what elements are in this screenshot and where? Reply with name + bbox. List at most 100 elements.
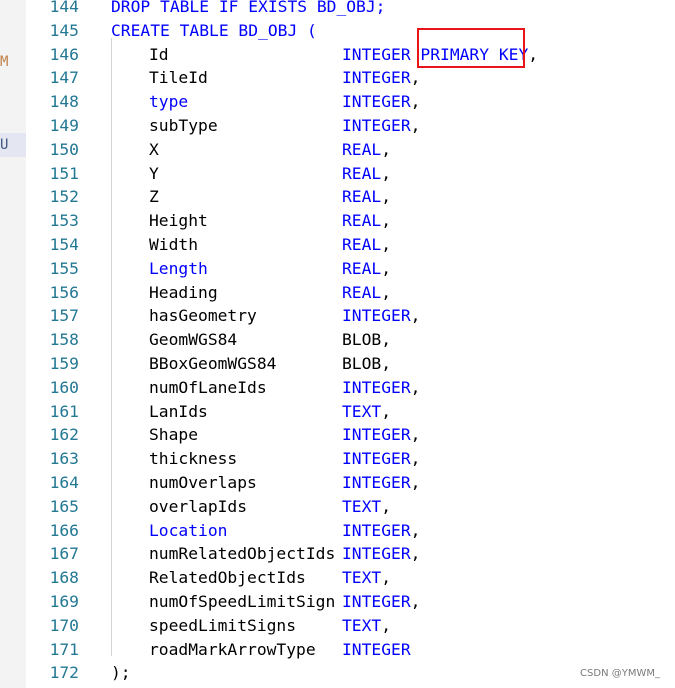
column-type: TEXT xyxy=(342,496,382,516)
column-name: Y xyxy=(149,163,159,183)
column-name: thickness xyxy=(149,449,238,469)
column-type: INTEGER xyxy=(342,592,411,611)
column-type: INTEGER xyxy=(342,306,411,326)
line-number: 166 xyxy=(49,520,79,540)
column-name: numOverlaps xyxy=(149,473,257,492)
column-type: BLOB xyxy=(342,354,382,373)
column-name: Location xyxy=(149,520,228,540)
column-type: INTEGER xyxy=(342,449,411,469)
comma: , xyxy=(381,282,392,302)
comma: , xyxy=(410,306,421,326)
code-text: CREATE TABLE BD_OBJ ( xyxy=(111,20,317,40)
line-number: 162 xyxy=(49,425,79,445)
line-number: 154 xyxy=(49,235,79,254)
comma: , xyxy=(381,163,392,183)
column-name: numRelatedObjectIds xyxy=(149,544,336,564)
column-type: INTEGER xyxy=(342,92,411,112)
comma: , xyxy=(381,496,392,516)
comma: , xyxy=(381,139,392,159)
line-number: 170 xyxy=(49,615,79,635)
column-type: REAL xyxy=(342,211,382,231)
line-number: 160 xyxy=(49,377,79,397)
column-name: hasGeometry xyxy=(149,306,257,326)
comma: , xyxy=(381,211,392,231)
line-number: 171 xyxy=(49,639,79,659)
column-name: X xyxy=(149,139,159,159)
column-type: INTEGER xyxy=(342,68,411,88)
line-number: 156 xyxy=(49,282,79,302)
comma: , xyxy=(410,68,421,88)
column-name: RelatedObjectIds xyxy=(149,568,306,588)
column-name: Shape xyxy=(149,425,199,445)
comma: , xyxy=(381,258,392,278)
column-type: BLOB xyxy=(342,330,382,350)
line-number: 168 xyxy=(49,568,79,588)
line-number: 159 xyxy=(49,354,79,373)
line-number: 153 xyxy=(49,211,79,231)
comma: , xyxy=(410,92,421,112)
comma: , xyxy=(381,354,392,373)
column-name: Width xyxy=(149,235,199,254)
column-name: numOfSpeedLimitSign xyxy=(149,592,336,611)
column-type: INTEGER xyxy=(342,473,411,492)
column-name: LanIds xyxy=(149,401,208,421)
column-name: Z xyxy=(149,187,159,207)
comma: , xyxy=(410,116,421,135)
column-name: TileId xyxy=(149,68,208,88)
column-name: subType xyxy=(149,116,218,135)
comma: , xyxy=(410,377,421,397)
comma: , xyxy=(381,187,392,207)
modified-marker: M xyxy=(0,54,9,70)
line-number: 164 xyxy=(49,473,79,492)
line-number: 163 xyxy=(49,449,79,469)
line-number: 157 xyxy=(49,306,79,326)
code-text: ); xyxy=(111,663,131,683)
column-type: INTEGER xyxy=(342,116,411,135)
column-type: REAL xyxy=(342,282,382,302)
line-number: 149 xyxy=(49,116,79,135)
watermark: CSDN @YMWM_ xyxy=(580,668,660,679)
comma: , xyxy=(410,592,421,611)
column-type: INTEGER xyxy=(342,377,411,397)
line-number: 169 xyxy=(49,592,79,611)
line-number: 158 xyxy=(49,330,79,350)
comma: , xyxy=(381,615,392,635)
column-type: INTEGER xyxy=(342,520,411,540)
comma: , xyxy=(410,449,421,469)
comma: , xyxy=(381,401,392,421)
comma: , xyxy=(381,235,392,254)
editor-gutter: M U xyxy=(0,0,26,688)
column-name: GeomWGS84 xyxy=(149,330,238,350)
line-number: 144 xyxy=(49,0,79,16)
line-number: 150 xyxy=(49,139,79,159)
indent-guide xyxy=(111,38,112,656)
column-type: TEXT xyxy=(342,401,382,421)
column-type: REAL xyxy=(342,163,382,183)
column-type: REAL xyxy=(342,187,382,207)
column-name: BBoxGeomWGS84 xyxy=(149,354,277,373)
comma: , xyxy=(410,473,421,492)
column-name: type xyxy=(149,92,189,112)
column-name: speedLimitSigns xyxy=(149,615,297,635)
column-name: Height xyxy=(149,211,208,231)
line-number: 145 xyxy=(49,20,79,40)
primary-key-highlight-box xyxy=(417,28,525,68)
comma: , xyxy=(410,425,421,445)
line-number: 161 xyxy=(49,401,79,421)
column-type: REAL xyxy=(342,235,382,254)
line-number: 165 xyxy=(49,496,79,516)
comma: , xyxy=(410,544,421,564)
column-type: INTEGER xyxy=(342,639,411,659)
column-name: overlapIds xyxy=(149,496,248,516)
untracked-marker: U xyxy=(0,133,26,157)
comma: , xyxy=(410,520,421,540)
comma: , xyxy=(528,44,539,64)
column-name: roadMarkArrowType xyxy=(149,639,316,659)
column-type: TEXT xyxy=(342,568,382,588)
comma: , xyxy=(381,568,392,588)
line-number: 167 xyxy=(49,544,79,564)
column-type: INTEGER xyxy=(342,425,411,445)
line-number: 151 xyxy=(49,163,79,183)
column-name: Id xyxy=(149,44,169,64)
column-type: REAL xyxy=(342,258,382,278)
